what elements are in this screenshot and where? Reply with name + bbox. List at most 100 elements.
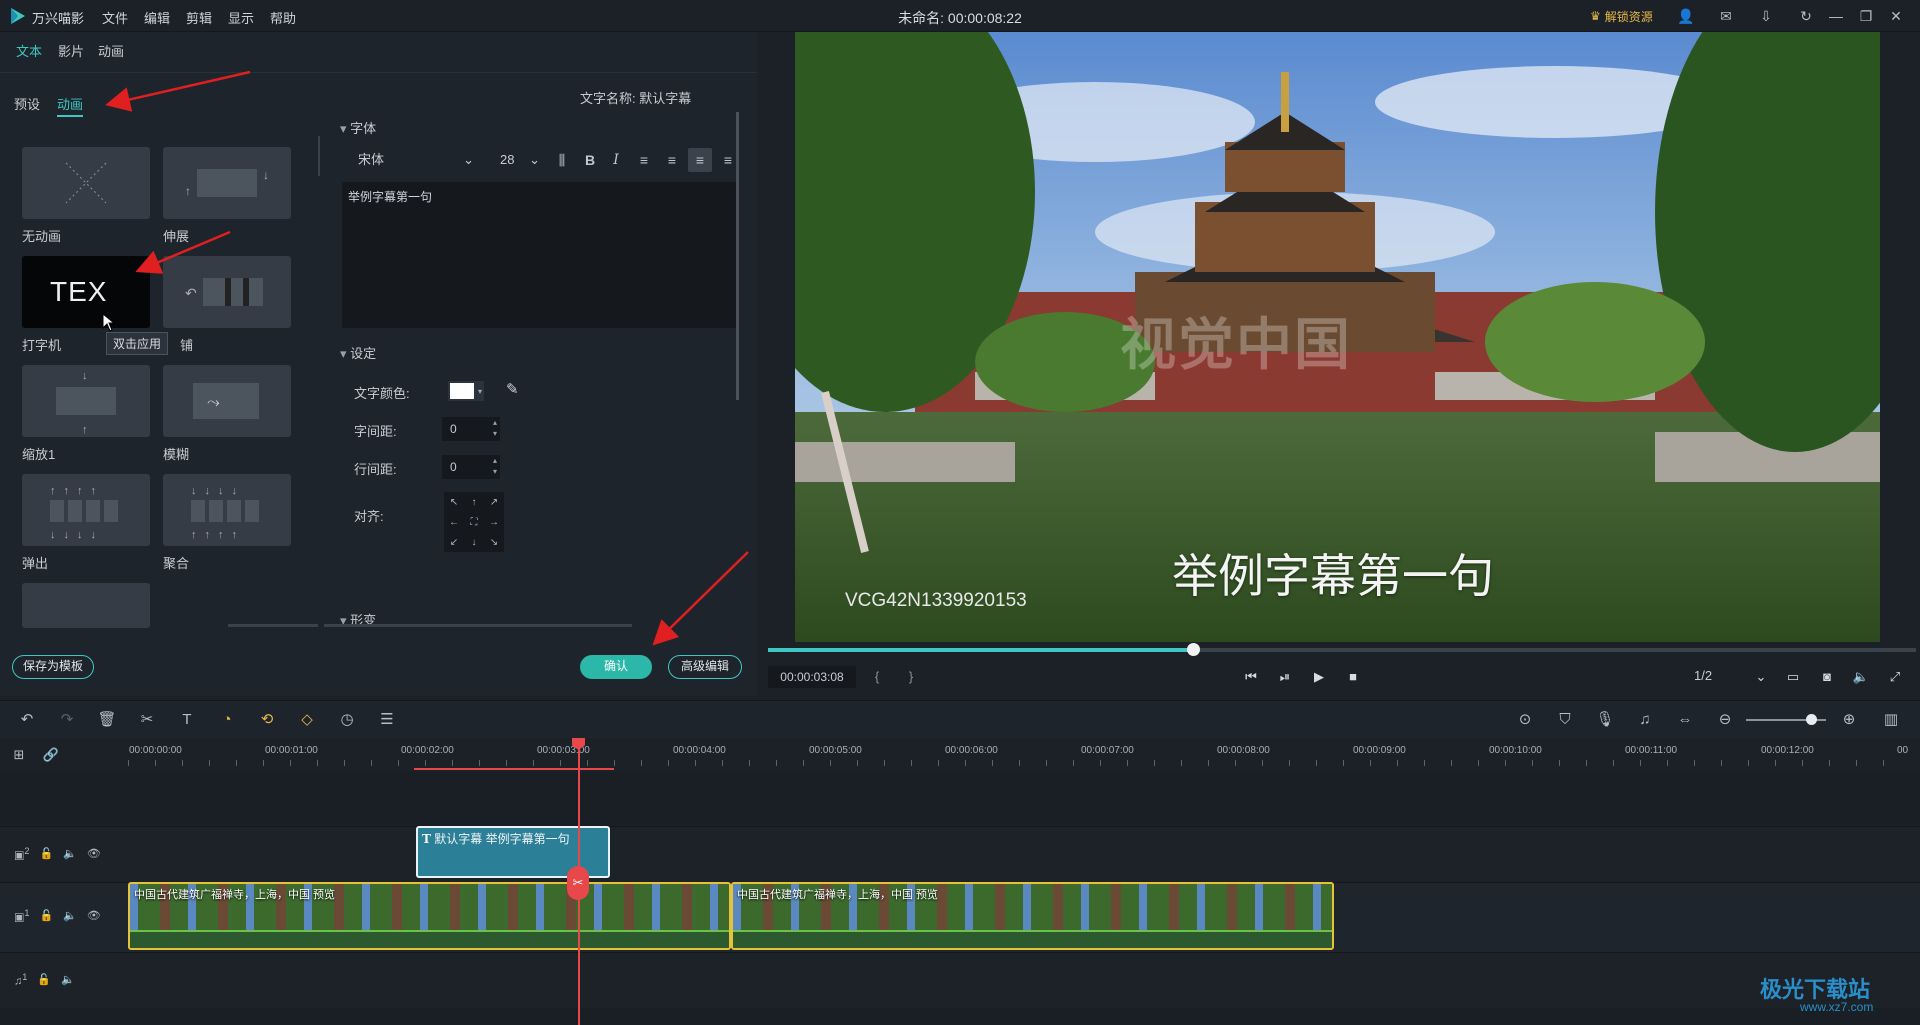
tab-text[interactable]: 文本	[16, 41, 42, 60]
chevron-down-icon[interactable]: ⌄	[1750, 666, 1772, 688]
eye-icon[interactable]: 👁	[87, 909, 101, 922]
eyedropper-icon[interactable]: ✎	[506, 380, 519, 398]
cut-icon[interactable]: ✂	[136, 709, 158, 731]
adjust-icon[interactable]: ☰	[376, 709, 398, 731]
delete-icon[interactable]: 🗑	[96, 709, 118, 731]
mark-in-icon[interactable]: {	[866, 666, 888, 688]
text-color-picker[interactable]: ▾	[448, 381, 484, 401]
lock-icon[interactable]: 🔓	[37, 973, 51, 986]
mark-out-icon[interactable]: }	[900, 666, 922, 688]
download-icon[interactable]: ⇩	[1756, 6, 1776, 26]
align-left-icon[interactable]: ←	[444, 517, 464, 528]
razor-scissors-icon[interactable]: ✂	[567, 866, 589, 900]
anim-thumb-typewriter[interactable]: TEX	[22, 256, 150, 328]
play-icon[interactable]: ▶	[1308, 666, 1330, 688]
align-top-right-icon[interactable]: ↗	[484, 497, 504, 508]
play-frame-icon[interactable]: ⏯	[1274, 666, 1296, 688]
fullscreen-icon[interactable]: ⤢	[1884, 666, 1906, 688]
alignment-grid[interactable]: ↖ ↑ ↗ ← ⛶ → ↙ ↓ ↘	[444, 492, 504, 552]
text-content-input[interactable]: 举例字幕第一句	[342, 182, 736, 328]
fit-timeline-icon[interactable]: ⇔	[1674, 709, 1696, 731]
align-right-icon[interactable]: →	[484, 517, 504, 528]
previous-frame-icon[interactable]: ⏮	[1240, 666, 1262, 688]
align-bottom-left-icon[interactable]: ↙	[444, 537, 464, 548]
chevron-down-icon: ⌄	[529, 152, 540, 167]
volume-icon[interactable]: 🔈	[1850, 666, 1872, 688]
font-section-header[interactable]: 字体	[340, 118, 376, 137]
speaker-icon[interactable]: 🔈	[63, 847, 77, 860]
anim-thumb-blur[interactable]: ⤳	[163, 365, 291, 437]
italic-icon[interactable]: I	[604, 148, 628, 172]
link-icon[interactable]: 🔗	[40, 744, 62, 766]
align-left-icon[interactable]: ≡	[632, 148, 656, 172]
preview-quality-select[interactable]: 1/2	[1694, 668, 1712, 683]
anim-thumb-none[interactable]	[22, 147, 150, 219]
refresh-icon[interactable]: ↻	[1796, 6, 1816, 26]
restore-icon[interactable]: ❐	[1856, 6, 1876, 26]
font-family-select[interactable]: 宋体 ⌄	[348, 148, 480, 172]
save-template-button[interactable]: 保存为模板	[12, 655, 94, 679]
keyframe-icon[interactable]: ◇	[296, 709, 318, 731]
align-center-icon[interactable]: ≡	[660, 148, 684, 172]
font-size-select[interactable]: 28 ⌄	[492, 148, 544, 172]
settings-section-header[interactable]: 设定	[340, 343, 376, 362]
playback-progress-bar[interactable]	[768, 643, 1916, 656]
text-spacing-icon[interactable]: ⫼	[550, 148, 574, 172]
minimize-icon[interactable]: —	[1826, 6, 1846, 26]
tab-animation[interactable]: 动画	[98, 41, 124, 60]
speed-icon[interactable]: ◔	[216, 709, 238, 731]
zoom-in-icon[interactable]: ⊕	[1838, 709, 1860, 731]
display-icon[interactable]: ▭	[1782, 666, 1804, 688]
align-center-icon[interactable]: ⛶	[464, 517, 484, 528]
panel-layout-icon[interactable]: ▥	[1880, 709, 1902, 731]
add-text-icon[interactable]: T	[176, 709, 198, 731]
subtab-animation[interactable]: 动画	[57, 94, 84, 117]
speaker-icon[interactable]: 🔈	[61, 973, 75, 986]
properties-h-scrollbar[interactable]	[324, 624, 632, 627]
subtab-preset[interactable]: 预设	[14, 94, 40, 113]
audio-mix-icon[interactable]: ♫	[1634, 709, 1656, 731]
align-bottom-icon[interactable]: ↓	[464, 537, 484, 548]
grid-scrollbar[interactable]	[228, 624, 318, 627]
snapshot-icon[interactable]: ◙	[1816, 666, 1838, 688]
align-right-icon[interactable]: ≡	[688, 148, 712, 172]
message-icon[interactable]: ✉	[1716, 6, 1736, 26]
unlock-resources-button[interactable]: ♛ 解锁资源	[1590, 6, 1653, 26]
zoom-out-icon[interactable]: ⊖	[1714, 709, 1736, 731]
lock-icon[interactable]: 🔓	[40, 847, 54, 860]
advanced-edit-button[interactable]: 高级编辑	[668, 655, 742, 679]
anim-thumb-pop[interactable]: ↑↑↑↑ ↓↓↓↓	[22, 474, 150, 546]
anim-thumb-stretch[interactable]: ↑ ↓	[163, 147, 291, 219]
lock-icon[interactable]: 🔓	[40, 909, 54, 922]
align-top-left-icon[interactable]: ↖	[444, 497, 464, 508]
video-clip-b[interactable]: 中国古代建筑广福禅寺，上海，中国 预览	[731, 882, 1334, 950]
bold-icon[interactable]: B	[578, 148, 602, 172]
account-icon[interactable]: 👤	[1676, 6, 1696, 26]
zoom-slider-knob[interactable]	[1806, 714, 1817, 725]
redo-icon[interactable]: ↷	[56, 709, 78, 731]
shield-icon[interactable]: ⛉	[1554, 709, 1576, 731]
close-icon[interactable]: ✕	[1886, 6, 1906, 26]
anim-thumb-more[interactable]	[22, 583, 150, 628]
eye-icon[interactable]: 👁	[87, 847, 101, 860]
render-icon[interactable]: ⊙	[1514, 709, 1536, 731]
align-top-icon[interactable]: ↑	[464, 497, 484, 508]
anim-thumb-lay[interactable]: ↶	[163, 256, 291, 328]
reverse-icon[interactable]: ⟲	[256, 709, 278, 731]
clock-icon[interactable]: ◷	[336, 709, 358, 731]
tab-movie[interactable]: 影片	[58, 41, 84, 60]
spin-arrows-icon[interactable]: ▴ ▾	[490, 417, 500, 441]
anim-thumb-zoom[interactable]: ↓ ↑	[22, 365, 150, 437]
align-bottom-right-icon[interactable]: ↘	[484, 537, 504, 548]
anim-thumb-gather[interactable]: ↓↓↓↓ ↑↑↑↑	[163, 474, 291, 546]
microphone-icon[interactable]: 🎙	[1594, 709, 1616, 731]
undo-icon[interactable]: ↶	[16, 709, 38, 731]
stop-icon[interactable]: ■	[1342, 666, 1364, 688]
speaker-icon[interactable]: 🔈	[63, 909, 77, 922]
properties-scrollbar[interactable]	[736, 112, 739, 400]
confirm-button[interactable]: 确认	[580, 655, 652, 679]
spin-arrows-icon[interactable]: ▴ ▾	[490, 455, 500, 479]
progress-knob[interactable]	[1186, 643, 1200, 656]
video-clip-a[interactable]: 中国古代建筑广福禅寺，上海，中国 预览	[128, 882, 731, 950]
add-track-icon[interactable]: ⊞	[8, 744, 30, 766]
